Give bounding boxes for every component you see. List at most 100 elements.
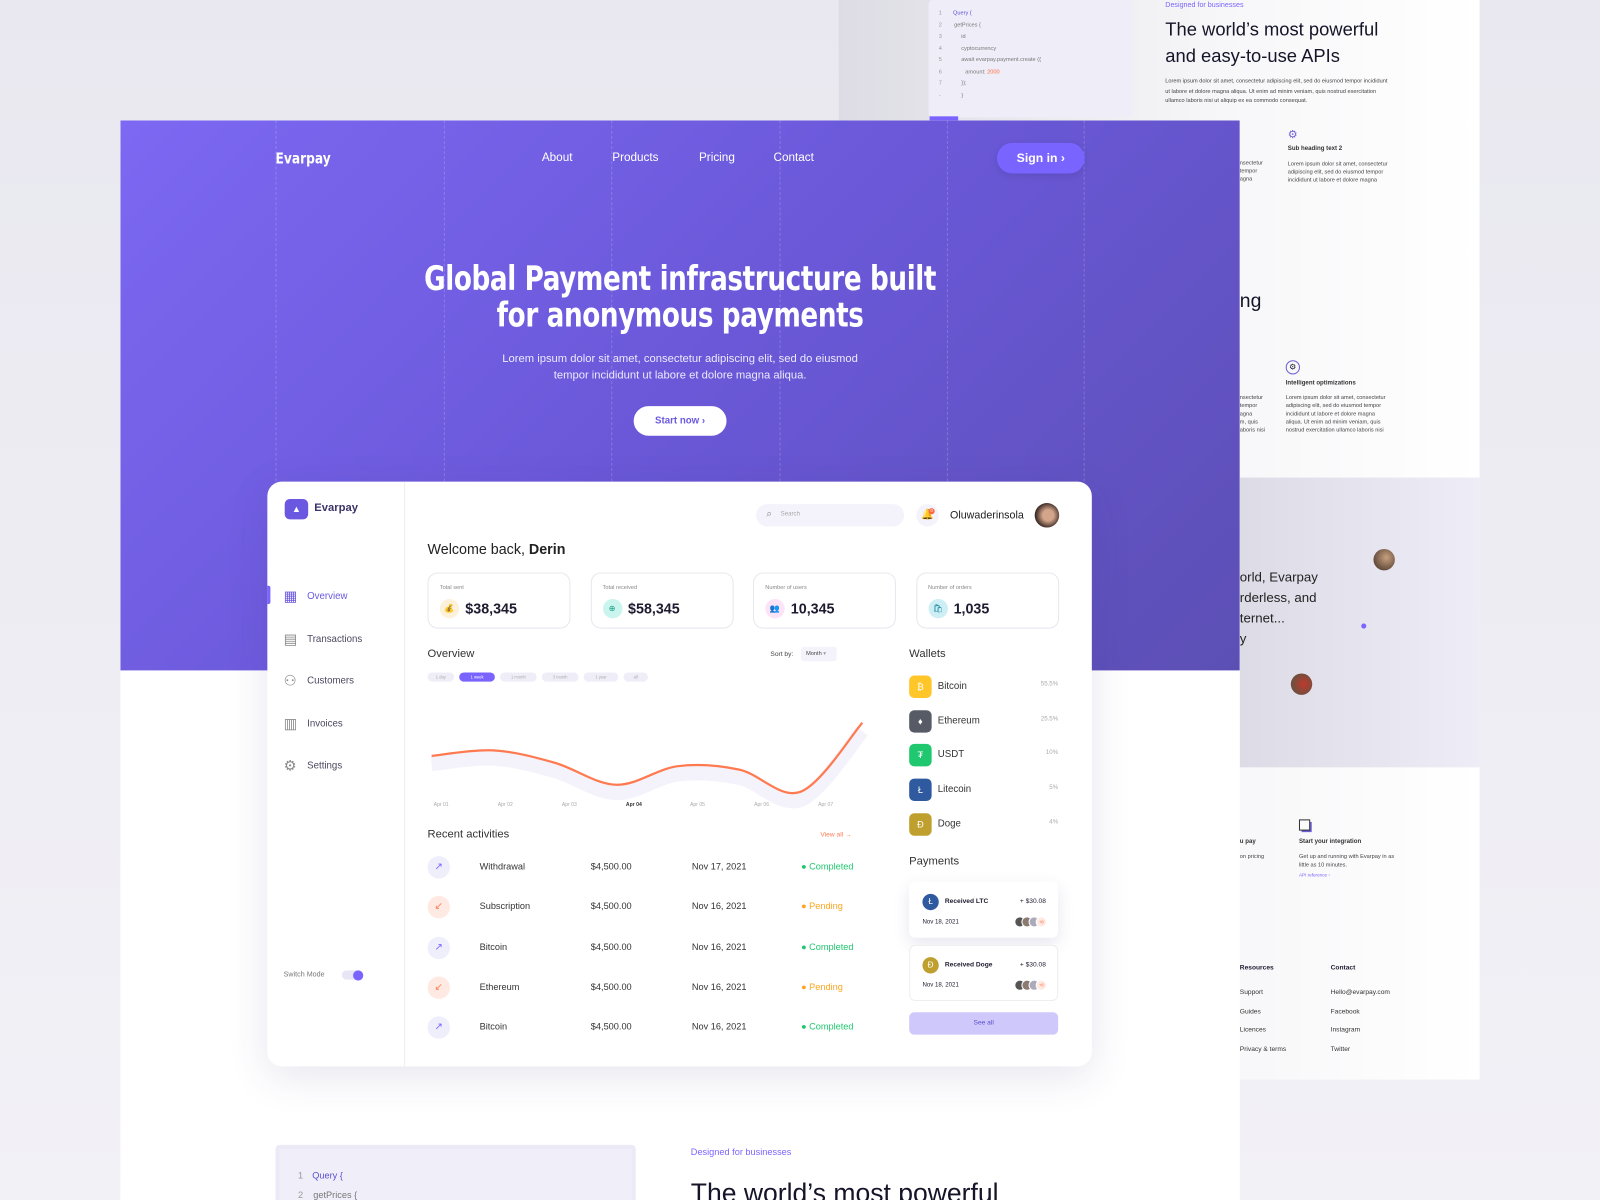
payment-title: Received LTC — [944, 897, 989, 906]
dot — [1361, 623, 1367, 629]
arrow-up-right-icon: ↗ — [427, 936, 450, 959]
wallet-percent: 55.5% — [1040, 681, 1059, 688]
activity-amount: $4,500.00 — [590, 1021, 632, 1032]
nav-link-contact[interactable]: Contact — [773, 152, 813, 164]
status-badge: ● Pending — [801, 901, 843, 911]
usdt-icon: ₮ — [909, 744, 932, 767]
nav-link-about[interactable]: About — [542, 152, 573, 164]
x-tick-label: Apr 07 — [818, 802, 834, 809]
wallet-item-doge[interactable]: Ð Doge 4% — [909, 813, 1058, 836]
status-badge: ● Completed — [801, 861, 854, 871]
wallet-item-ethereum[interactable]: ♦ Ethereum 25.5% — [909, 709, 1059, 733]
hero-title-line1: Global Payment infrastructure built — [424, 258, 937, 298]
status-badge: ● Completed — [801, 941, 854, 951]
view-all-link[interactable]: View all → — [820, 832, 851, 839]
activity-date: Nov 16, 2021 — [691, 1021, 747, 1032]
more-avatars-count: +8 — [1035, 979, 1047, 991]
sign-in-button[interactable]: Sign in › — [996, 142, 1085, 174]
footer-link[interactable]: Guides — [1240, 1003, 1286, 1022]
status-text: Completed — [809, 941, 854, 952]
quote-line: ternet... — [1239, 610, 1285, 626]
activity-date: Nov 16, 2021 — [691, 941, 747, 952]
api-reference-link[interactable]: API reference › — [1299, 872, 1330, 877]
wallet-item-bitcoin[interactable]: ₿ Bitcoin 55.5% — [909, 675, 1059, 698]
status-dot: ● — [801, 1021, 810, 1032]
avatar — [1290, 673, 1313, 695]
payment-card[interactable]: Ð Received Doge + $30.08 Nov 18, 2021 +8 — [909, 944, 1059, 1002]
arrow-up-right-icon: ↗ — [427, 856, 450, 879]
code-block: 1 Query {2 getPrices {3 id 4 cyptocurrency 5 aw… — [928, 0, 1133, 118]
wallet-item-litecoin[interactable]: Ł Litecoin 5% — [909, 778, 1059, 802]
activity-amount: $4,500.00 — [590, 861, 632, 872]
code-line: 4 cyptocurrency — [939, 43, 1133, 55]
code-text: id — [961, 33, 966, 40]
footer-link[interactable]: Licences — [1240, 1022, 1286, 1041]
status-text: Completed — [809, 861, 854, 872]
payment-card[interactable]: Ł Received LTC + $30.08 Nov 18, 2021 +8 — [909, 881, 1059, 938]
arrow-down-left-icon: ↙ — [427, 896, 450, 919]
footer-link[interactable]: Privacy & terms — [1240, 1041, 1286, 1060]
payment-title: Received Doge — [944, 961, 993, 969]
footer-contact-title: Contact — [1330, 964, 1356, 972]
x-tick-label: Apr 03 — [561, 802, 577, 809]
line-number: 6 — [938, 68, 942, 75]
status-dot: ● — [801, 981, 810, 992]
wallet-name: Ethereum — [937, 714, 980, 727]
code-text: getPrices { — [954, 21, 981, 29]
activity-row[interactable]: ↙ Ethereum $4,500.00 Nov 16, 2021 ● Pending — [427, 976, 857, 999]
footer-link[interactable]: Facebook — [1331, 1003, 1390, 1022]
wallet-percent: 25.5% — [1040, 716, 1059, 723]
start-now-button[interactable]: Start now › — [633, 406, 727, 436]
code-line: 5 await evarpay.payment.create ({ — [939, 55, 1133, 67]
footer-link[interactable]: Hello@evarpay.com — [1331, 984, 1390, 1003]
x-tick-label: Apr 02 — [497, 802, 513, 809]
eyebrow: Designed for businesses — [1165, 2, 1244, 10]
footer-link[interactable]: Support — [1240, 984, 1286, 1003]
integration-text: Get up and running with Evarpay in as li… — [1298, 854, 1395, 869]
line-number: 2 — [938, 21, 942, 29]
nav-link-products[interactable]: Products — [612, 152, 658, 164]
code-number: 2000 — [987, 68, 1000, 75]
code-text: amount: — [965, 68, 988, 75]
activity-name: Subscription — [479, 901, 531, 912]
wallet-percent: 5% — [1049, 784, 1059, 791]
doge-icon: Ð — [909, 813, 932, 836]
partial-text: u pay — [1239, 838, 1256, 845]
wallet-name: USDT — [937, 749, 965, 761]
wallets-title: Wallets — [909, 647, 946, 661]
activity-row[interactable]: ↗ Withdrawal $4,500.00 Nov 17, 2021 ● Comple… — [427, 856, 857, 879]
api-heading: The world’s most powerful and easy-to-use… — [1165, 19, 1379, 67]
footer-link[interactable]: Twitter — [1331, 1041, 1390, 1060]
code-line: 3 id — [939, 32, 1133, 44]
recent-activities-title: Recent activities — [427, 828, 510, 841]
activity-row[interactable]: ↙ Subscription $4,500.00 Nov 16, 2021 ● Pend… — [427, 896, 857, 919]
activity-row[interactable]: ↗ Bitcoin $4,500.00 Nov 16, 2021 ● Completed — [427, 936, 857, 959]
logo[interactable]: Evarpay — [276, 149, 331, 167]
wallet-item-usdt[interactable]: ₮ USDT 10% — [909, 744, 1058, 767]
code-line: 7}); — [939, 79, 1133, 91]
activity-name: Ethereum — [479, 981, 520, 992]
nav-link-pricing[interactable]: Pricing — [699, 152, 735, 164]
code-line: 2 getPrices { — [939, 20, 1133, 32]
wallet-name: Bitcoin — [937, 680, 967, 692]
code-text: Query { — [953, 10, 972, 17]
arrow-up-right-icon: ↗ — [427, 1016, 450, 1039]
line-number: 4 — [938, 45, 942, 52]
x-tick-label: Apr 05 — [689, 802, 706, 809]
coin-icon: Ð — [922, 957, 939, 974]
partial-text: on pricing — [1239, 854, 1265, 861]
status-text: Pending — [809, 981, 843, 992]
sub-heading: Sub heading text 2 — [1287, 145, 1343, 153]
ethereum-icon: ♦ — [909, 709, 932, 733]
x-tick-label: Apr 06 — [754, 802, 770, 809]
code-block: 1 Query {2 getPrices { — [275, 1144, 636, 1200]
dashboard-preview: ▲ Evarpay ▦ Overview ▤ Transactions ⚇ Custome… — [267, 481, 1092, 1067]
footer-link[interactable]: Instagram — [1331, 1022, 1390, 1041]
activity-row[interactable]: ↗ Bitcoin $4,500.00 Nov 16, 2021 ● Completed — [427, 1016, 857, 1039]
x-tick-label: Apr 04 — [625, 802, 642, 809]
quote-line: orld, Evarpay — [1239, 569, 1318, 585]
quote-line: rderless, and — [1239, 589, 1317, 606]
see-all-button[interactable]: See all — [909, 1012, 1059, 1035]
line-number: 7 — [938, 80, 942, 87]
activity-date: Nov 16, 2021 — [691, 901, 747, 912]
